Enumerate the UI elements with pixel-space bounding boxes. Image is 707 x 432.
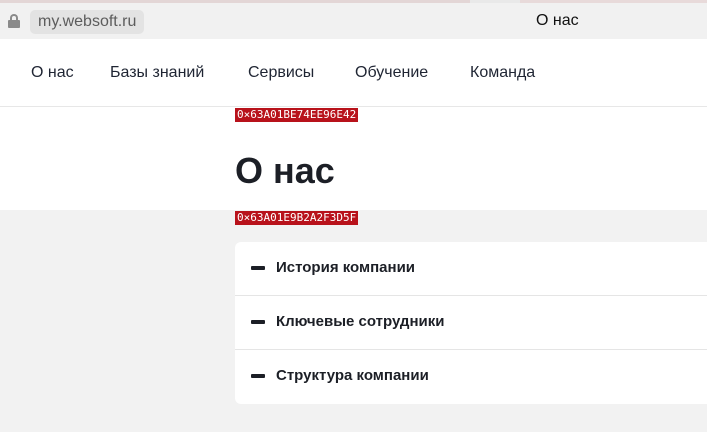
nav-item-knowledge-bases[interactable]: Базы знаний bbox=[110, 64, 204, 82]
minus-icon bbox=[251, 320, 265, 324]
nav-item-services[interactable]: Сервисы bbox=[248, 64, 314, 82]
minus-icon bbox=[251, 266, 265, 270]
nav-item-team[interactable]: Команда bbox=[470, 64, 535, 82]
tab-title: О нас bbox=[536, 12, 579, 29]
page-header: 0×63A01BE74EE96E42 О нас bbox=[0, 107, 707, 210]
nav-item-about[interactable]: О нас bbox=[31, 64, 74, 82]
accordion-item-structure[interactable]: Структура компании bbox=[235, 350, 707, 404]
accordion-item-key-staff[interactable]: Ключевые сотрудники bbox=[235, 296, 707, 350]
nav-item-learning[interactable]: Обучение bbox=[355, 64, 428, 82]
accordion-item-label: Структура компании bbox=[276, 367, 429, 384]
debug-id-tag: 0×63A01BE74EE96E42 bbox=[235, 108, 359, 122]
url-field[interactable]: my.websoft.ru bbox=[30, 10, 145, 34]
main-navigation: О нас Базы знаний Сервисы Обучение Коман… bbox=[0, 39, 707, 107]
accordion-item-label: История компании bbox=[276, 259, 416, 276]
accordion-item-history[interactable]: История компании bbox=[235, 242, 707, 296]
page-title: О нас bbox=[235, 150, 335, 191]
minus-icon bbox=[251, 374, 265, 378]
debug-id-tag: 0×63A01E9B2A2F3D5F bbox=[235, 211, 359, 225]
lock-icon[interactable] bbox=[8, 14, 20, 28]
accordion: История компании Ключевые сотрудники Стр… bbox=[235, 242, 707, 404]
browser-address-bar: my.websoft.ru О нас bbox=[0, 3, 707, 39]
accordion-item-label: Ключевые сотрудники bbox=[276, 313, 445, 330]
